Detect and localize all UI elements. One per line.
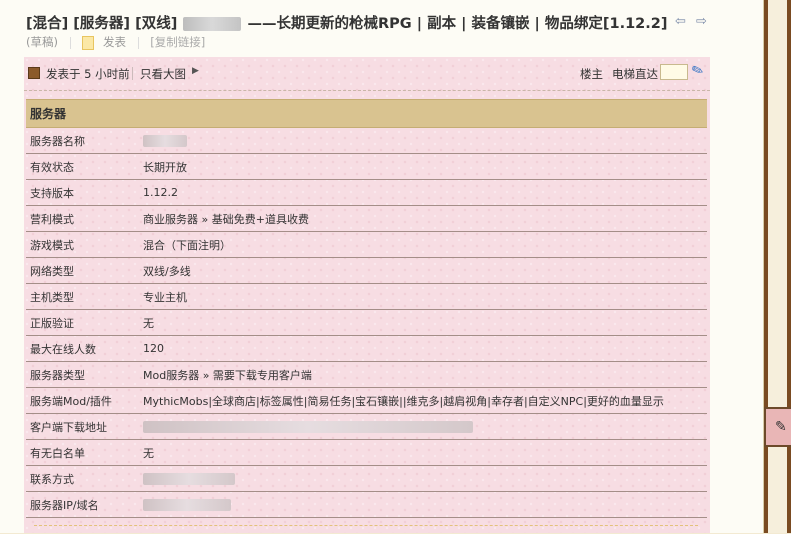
table-row: 营利模式 商业服务器 » 基础免费+道具收费	[26, 205, 707, 232]
redacted-server-ip	[143, 499, 231, 511]
row-label: 主机类型	[26, 283, 138, 310]
row-label: 客户端下载地址	[26, 413, 138, 440]
row-label: 最大在线人数	[26, 335, 138, 362]
table-row: 联系方式	[26, 465, 707, 492]
page-side-border	[764, 0, 791, 533]
copy-link-button[interactable]: [复制链接]	[150, 35, 205, 49]
row-value: 长期开放	[138, 153, 707, 180]
redacted-contact	[143, 473, 235, 485]
row-value	[138, 413, 707, 440]
thread-title-prefix: [混合] [服务器] [双线]	[26, 16, 178, 32]
floor-jump-input[interactable]	[660, 64, 688, 80]
redacted-value	[143, 135, 187, 147]
table-row: 游戏模式 混合（下面注明）	[26, 231, 707, 258]
side-stripe	[768, 0, 787, 533]
row-value	[138, 127, 707, 154]
document-icon	[82, 35, 95, 50]
table-row: 客户端下载地址	[26, 413, 707, 440]
table-row: 最大在线人数 120	[26, 335, 707, 362]
section-title: 服务器	[26, 99, 707, 128]
row-value	[138, 465, 707, 492]
row-label: 正版验证	[26, 309, 138, 336]
caret-right-icon: ▶	[192, 66, 199, 76]
row-label: 营利模式	[26, 205, 138, 232]
row-value: 无	[138, 309, 707, 336]
table-row: 支持版本 1.12.2	[26, 179, 707, 206]
elevator-label: 电梯直达	[612, 67, 658, 81]
row-value	[138, 491, 707, 518]
side-float-button[interactable]: ✎	[764, 407, 791, 447]
table-row: 有效状态 长期开放	[26, 153, 707, 180]
table-row: 服务器IP/域名	[26, 491, 707, 518]
post-header: 发表于 5 小时前 只看大图 ▶ 楼主 电梯直达 ✎	[24, 57, 710, 91]
avatar-icon	[28, 67, 40, 79]
row-label: 有无白名单	[26, 439, 138, 466]
draft-label: (草稿)	[26, 35, 58, 49]
floor-jump-go-icon[interactable]: ✎	[690, 61, 706, 80]
posted-time: 发表于 5 小时前	[46, 67, 130, 81]
row-label: 服务端Mod/插件	[26, 387, 138, 414]
row-value: MythicMobs|全球商店|标签属性|简易任务|宝石镶嵌||维克多|越肩视角…	[138, 387, 707, 414]
table-row: 正版验证 无	[26, 309, 707, 336]
row-label: 游戏模式	[26, 231, 138, 258]
table-row: 服务器名称	[26, 127, 707, 154]
redacted-server-name	[183, 17, 242, 31]
row-value: 混合（下面注明）	[138, 231, 707, 258]
row-label: 服务器名称	[26, 127, 138, 154]
row-value: 120	[138, 335, 707, 362]
publish-link[interactable]: 发表	[103, 35, 126, 49]
table-row: 服务器类型 Mod服务器 » 需要下载专用客户端	[26, 361, 707, 388]
thread-title-main: ——长期更新的枪械RPG | 副本 | 装备镶嵌 | 物品绑定[1.12.2]	[247, 16, 668, 32]
row-label: 有效状态	[26, 153, 138, 180]
divider	[137, 36, 139, 49]
table-row: 有无白名单 无	[26, 439, 707, 466]
row-label: 网络类型	[26, 257, 138, 284]
thread-title: [混合] [服务器] [双线] ——长期更新的枪械RPG | 副本 | 装备镶嵌…	[26, 12, 668, 33]
row-label: 支持版本	[26, 179, 138, 206]
floor-label: 楼主	[580, 67, 603, 81]
row-value: 无	[138, 439, 707, 466]
row-value: 专业主机	[138, 283, 707, 310]
next-thread-icon[interactable]: ⇨	[696, 14, 707, 29]
prev-thread-icon[interactable]: ⇦	[675, 14, 686, 29]
row-value: 双线/多线	[138, 257, 707, 284]
row-value: Mod服务器 » 需要下载专用客户端	[138, 361, 707, 388]
only-large-images-link[interactable]: 只看大图	[140, 66, 186, 82]
first-post: 发表于 5 小时前 只看大图 ▶ 楼主 电梯直达 ✎ 服务器 服务器名称 有效状…	[24, 57, 710, 533]
thread-page: [混合] [服务器] [双线] ——长期更新的枪械RPG | 副本 | 装备镶嵌…	[0, 0, 764, 533]
table-row: 网络类型 双线/多线	[26, 257, 707, 284]
table-row: 服务端Mod/插件 MythicMobs|全球商店|标签属性|简易任务|宝石镶嵌…	[26, 387, 707, 414]
server-info-table: 服务器 服务器名称 有效状态 长期开放 支持版本 1.12.2 营利模式 商业服…	[26, 99, 707, 518]
row-value: 1.12.2	[138, 179, 707, 206]
row-value: 商业服务器 » 基础免费+道具收费	[138, 205, 707, 232]
divider	[69, 36, 71, 49]
row-label: 服务器IP/域名	[26, 491, 138, 518]
thread-subline: (草稿) 发表 [复制链接]	[26, 34, 205, 50]
divider	[132, 67, 133, 80]
thread-nav: ⇦ ⇨	[675, 14, 713, 29]
edit-icon: ✎	[775, 419, 787, 435]
table-row: 主机类型 专业主机	[26, 283, 707, 310]
row-label: 服务器类型	[26, 361, 138, 388]
redacted-download-link[interactable]	[143, 421, 473, 433]
row-label: 联系方式	[26, 465, 138, 492]
